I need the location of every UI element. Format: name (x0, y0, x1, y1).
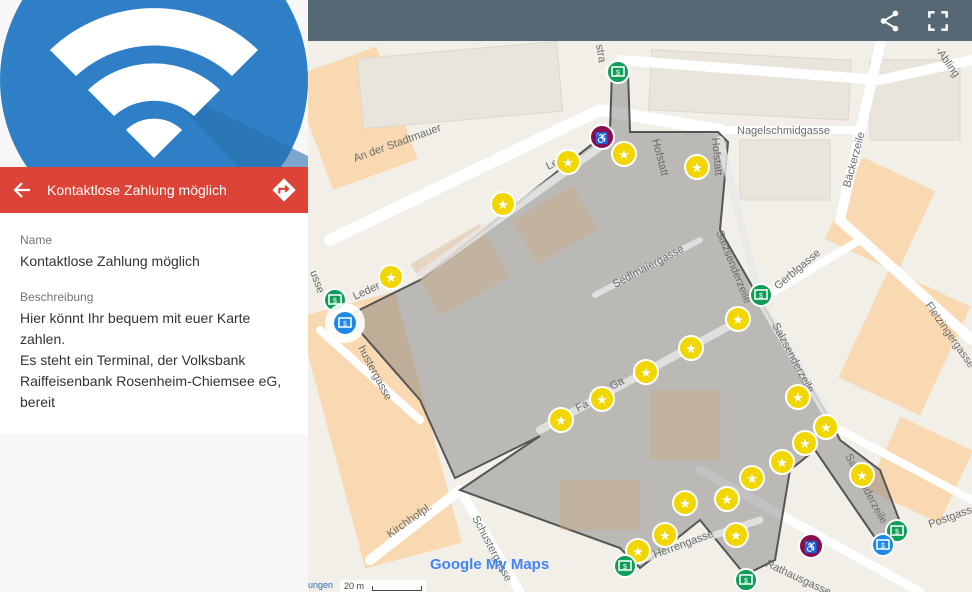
svg-text:★: ★ (792, 390, 804, 405)
svg-text:★: ★ (856, 468, 868, 483)
svg-text:★: ★ (691, 160, 703, 175)
star-marker[interactable]: ★ (555, 149, 581, 175)
svg-text:$: $ (623, 564, 627, 571)
scale-label: 20 m (344, 581, 365, 591)
svg-text:$: $ (744, 578, 748, 585)
bank-marker[interactable]: $ (749, 283, 773, 307)
description-value: Hier könnt Ihr bequem mit euer Karte zah… (20, 308, 290, 413)
map-svg: An der Stadtmauer Nagelschmidgasse Bäcke… (308, 41, 972, 592)
star-marker[interactable]: ★ (548, 407, 574, 433)
svg-text:$: $ (881, 543, 885, 550)
description-line: Es steht ein Terminal, der Volksbank (20, 352, 246, 368)
svg-text:$: $ (343, 321, 347, 328)
star-marker[interactable]: ★ (490, 191, 516, 217)
svg-text:★: ★ (555, 413, 567, 428)
svg-text:★: ★ (562, 155, 574, 170)
restroom-marker[interactable]: ♿ (589, 124, 615, 150)
scale-bar: 20 m (340, 580, 426, 592)
description-label: Beschreibung (20, 290, 94, 304)
star-marker[interactable]: ★ (723, 522, 749, 548)
svg-text:★: ★ (497, 197, 509, 212)
star-marker[interactable]: ★ (739, 465, 765, 491)
svg-text:★: ★ (632, 544, 644, 559)
panel-header: Kontaktlose Zahlung möglich (0, 167, 308, 213)
name-value: Kontaktlose Zahlung möglich (20, 253, 200, 269)
svg-text:★: ★ (721, 492, 733, 507)
star-marker[interactable]: ★ (611, 141, 637, 167)
svg-text:★: ★ (596, 392, 608, 407)
star-marker[interactable]: ★ (714, 486, 740, 512)
bank-marker-blue[interactable]: $ (871, 533, 895, 557)
svg-text:$: $ (333, 298, 337, 305)
attribution-link[interactable]: ungen (308, 580, 333, 590)
bank-marker[interactable]: $ (734, 568, 758, 592)
star-marker[interactable]: ★ (684, 154, 710, 180)
restroom-marker[interactable]: ♿ (798, 533, 824, 559)
details-section: Name Kontaktlose Zahlung möglich Beschre… (0, 213, 308, 434)
description-line: zahlen. (20, 331, 66, 347)
svg-text:★: ★ (385, 270, 397, 285)
street-label-nagelschmidgasse: Nagelschmidgasse (737, 125, 830, 137)
directions-icon[interactable] (270, 176, 298, 204)
name-label: Name (20, 233, 53, 247)
google-my-maps-logo: Google My Maps (430, 556, 549, 573)
svg-text:★: ★ (685, 341, 697, 356)
svg-text:♿: ♿ (804, 541, 818, 554)
star-marker[interactable]: ★ (769, 449, 795, 475)
svg-text:★: ★ (679, 496, 691, 511)
svg-text:★: ★ (618, 147, 630, 162)
wifi-icon (0, 0, 308, 167)
star-marker[interactable]: ★ (813, 414, 839, 440)
back-arrow-icon[interactable] (10, 178, 34, 202)
svg-text:♿: ♿ (595, 132, 609, 145)
star-marker[interactable]: ★ (672, 490, 698, 516)
svg-text:$: $ (759, 293, 763, 300)
svg-text:★: ★ (746, 471, 758, 486)
svg-text:$: $ (616, 70, 620, 77)
panel-title: Kontaktlose Zahlung möglich (47, 182, 227, 198)
scale-line (372, 586, 422, 591)
hero-image (0, 0, 308, 167)
star-marker[interactable]: ★ (589, 386, 615, 412)
bank-marker[interactable]: $ (606, 60, 630, 84)
star-marker[interactable]: ★ (678, 335, 704, 361)
star-marker[interactable]: ★ (378, 264, 404, 290)
map-toolbar (308, 0, 972, 41)
svg-text:$: $ (895, 529, 899, 536)
description-line: bereit (20, 394, 56, 410)
fullscreen-icon[interactable] (925, 8, 951, 34)
map-canvas[interactable]: An der Stadtmauer Nagelschmidgasse Bäcke… (308, 41, 972, 592)
detail-panel: Kontaktlose Zahlung möglich Name Kontakt… (0, 0, 308, 592)
description-line: Raiffeisenbank Rosenheim-Chiemsee eG, (20, 373, 282, 389)
star-marker[interactable]: ★ (633, 359, 659, 385)
svg-text:★: ★ (799, 436, 811, 451)
share-icon[interactable] (877, 8, 903, 34)
star-marker[interactable]: ★ (652, 522, 678, 548)
svg-text:★: ★ (640, 365, 652, 380)
selected-payment-marker[interactable]: $ (325, 303, 365, 343)
svg-text:★: ★ (732, 312, 744, 327)
svg-text:★: ★ (659, 528, 671, 543)
bank-marker[interactable]: $ (613, 554, 637, 578)
star-marker[interactable]: ★ (849, 462, 875, 488)
star-marker[interactable]: ★ (792, 430, 818, 456)
svg-text:★: ★ (820, 420, 832, 435)
star-marker[interactable]: ★ (785, 384, 811, 410)
description-line: Hier könnt Ihr bequem mit euer Karte (20, 310, 251, 326)
star-marker[interactable]: ★ (725, 306, 751, 332)
logo-text: Google My Maps (430, 556, 550, 573)
svg-text:★: ★ (730, 528, 742, 543)
svg-text:★: ★ (776, 455, 788, 470)
